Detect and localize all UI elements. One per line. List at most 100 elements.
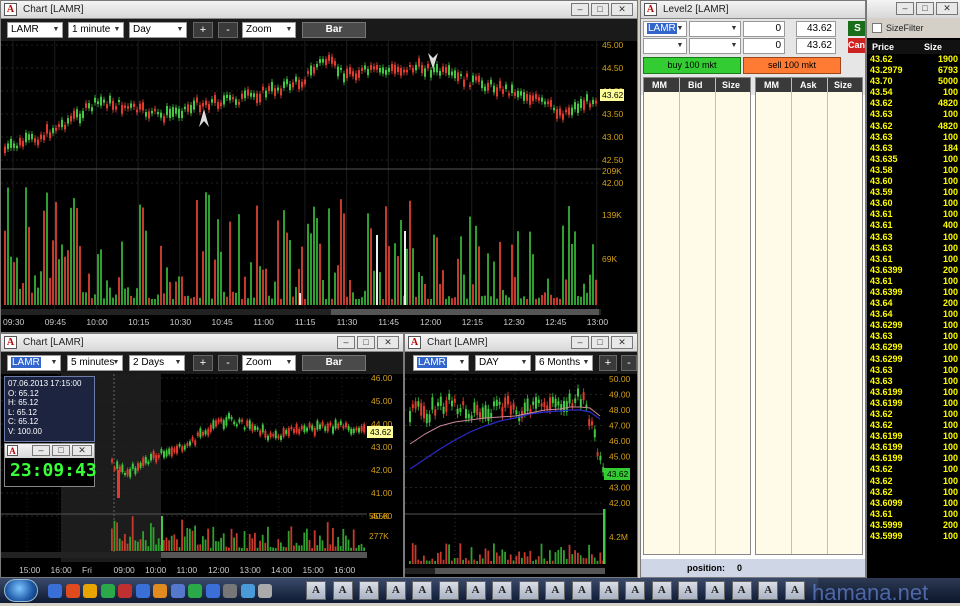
symbol-select[interactable]: LAMR ▼ [7, 355, 61, 371]
bar-type-button[interactable]: Bar [302, 22, 366, 38]
scrollbar-thumb[interactable] [435, 568, 605, 574]
send-button[interactable]: S [848, 21, 865, 36]
interval-select[interactable]: DAY ▼ [475, 355, 531, 371]
zoom-select[interactable]: Zoom ▼ [242, 355, 296, 371]
close-button[interactable]: ✕ [611, 336, 633, 349]
chart-1min-titlebar[interactable]: A Chart [LAMR] – □ ✕ [1, 1, 637, 19]
volume-bar [319, 535, 321, 551]
taskbar-app-button[interactable]: A [492, 581, 513, 600]
interval-select[interactable]: 1 minute ▼ [68, 22, 124, 38]
maximize-button[interactable]: □ [916, 2, 934, 15]
explorer-icon[interactable] [65, 584, 80, 598]
chrome-icon[interactable] [100, 584, 115, 598]
taskbar-app-button[interactable]: A [545, 581, 566, 600]
close-button[interactable]: ✕ [72, 445, 92, 456]
close-button[interactable]: ✕ [377, 336, 399, 349]
time-axis-label: 13:00 [587, 317, 609, 327]
minimize-button[interactable]: – [337, 336, 355, 349]
sell-market-button[interactable]: sell 100 mkt [743, 57, 841, 74]
clock-titlebar[interactable]: A – □ ✕ [5, 444, 94, 458]
show-desktop-icon[interactable] [48, 584, 62, 598]
settings-icon[interactable] [258, 584, 272, 598]
close-button[interactable]: ✕ [611, 3, 633, 16]
tool-icon[interactable] [223, 584, 237, 598]
candle-body [574, 398, 577, 403]
route-select-2[interactable]: ▼ [643, 38, 687, 54]
taskbar-app-button[interactable]: A [412, 581, 433, 600]
bar-type-button[interactable]: Bar [302, 355, 366, 371]
range-select[interactable]: 2 Days ▼ [129, 355, 185, 371]
notes-icon[interactable] [170, 584, 185, 598]
taskbar-app-button[interactable]: A [572, 581, 592, 600]
minimize-button[interactable]: – [32, 445, 50, 456]
quantity-field-1[interactable]: 0 [743, 21, 785, 37]
chart-1min-plot[interactable]: 45.0044.5044.0043.5043.0042.5042.00209K1… [1, 41, 637, 332]
cancel-button[interactable]: Can [848, 38, 865, 53]
zoom-out-button[interactable]: - [218, 22, 238, 38]
range-select[interactable]: 6 Months ▼ [535, 355, 593, 371]
zoom-in-button[interactable]: + [193, 22, 213, 38]
candle-body [155, 455, 158, 463]
range-select[interactable]: Day ▼ [129, 22, 187, 38]
firefox-icon[interactable] [83, 584, 97, 598]
search-icon[interactable] [240, 584, 255, 598]
taskbar-app-button[interactable]: A [651, 581, 672, 600]
level2-titlebar[interactable]: A Level2 [LAMR] [641, 1, 865, 19]
taskbar-app-button[interactable]: A [359, 581, 380, 600]
interval-select[interactable]: 5 minutes ▼ [67, 355, 123, 371]
zoom-in-button[interactable]: + [193, 355, 213, 371]
buy-market-button[interactable]: buy 100 mkt [643, 57, 741, 74]
quantity-field-2[interactable]: 0 [743, 38, 785, 54]
ie-icon[interactable] [135, 584, 150, 598]
close-button[interactable]: ✕ [936, 2, 958, 15]
taskbar-app-button[interactable]: A [306, 581, 326, 600]
taskbar-app-button[interactable]: A [598, 581, 619, 600]
minimize-button[interactable]: – [896, 2, 914, 15]
zoom-select[interactable]: Zoom ▼ [242, 22, 296, 38]
scrollbar-thumb[interactable] [331, 309, 599, 315]
symbol-select[interactable]: LAMR ▼ [643, 21, 687, 37]
symbol-select[interactable]: LAMR ▼ [7, 22, 63, 38]
scrollbar-thumb[interactable] [161, 552, 367, 558]
zoom-out-button[interactable]: - [621, 355, 637, 371]
symbol-select[interactable]: LAMR ▼ [413, 355, 469, 371]
volume-bar [595, 279, 597, 305]
maximize-button[interactable]: □ [591, 3, 609, 16]
taskbar-app-button[interactable]: A [385, 581, 406, 600]
media-icon[interactable] [153, 584, 167, 598]
taskbar-app-button[interactable]: A [705, 581, 725, 600]
taskbar-app-button[interactable]: A [439, 581, 459, 600]
route-select-3[interactable]: ▼ [689, 38, 741, 54]
maximize-button[interactable]: □ [591, 336, 609, 349]
chart-daily-titlebar[interactable]: A Chart [LAMR] – □ ✕ [405, 334, 637, 352]
maximize-button[interactable]: □ [52, 445, 70, 456]
utorrent-icon[interactable] [188, 584, 202, 598]
taskbar-app-button[interactable]: A [625, 581, 646, 600]
taskbar-app-button[interactable]: A [518, 581, 539, 600]
zoom-out-button[interactable]: - [218, 355, 238, 371]
minimize-button[interactable]: – [571, 3, 589, 16]
price-field-1[interactable]: 43.62 [796, 21, 836, 37]
sizefilter-checkbox[interactable] [872, 23, 882, 33]
candle-body [139, 462, 142, 468]
taskbar-app-button[interactable]: A [784, 581, 805, 600]
zoom-in-button[interactable]: + [599, 355, 617, 371]
tape-list[interactable]: 43.62 1900 43.2979 6793 43.70 5000 43.54 100 43.… [867, 54, 960, 558]
antivirus-icon[interactable] [118, 584, 132, 598]
taskbar-app-button[interactable]: A [758, 581, 779, 600]
price-field-2[interactable]: 43.62 [796, 38, 836, 54]
volume-bar [173, 534, 176, 551]
taskbar-app-button[interactable]: A [465, 581, 486, 600]
start-button[interactable] [4, 579, 38, 602]
tape-size: 200 [942, 298, 958, 309]
maximize-button[interactable]: □ [357, 336, 375, 349]
route-select[interactable]: ▼ [689, 21, 741, 37]
taskbar-app-button[interactable]: A [332, 581, 353, 600]
chart-5min-titlebar[interactable]: A Chart [LAMR] – □ ✕ [1, 334, 403, 352]
chart-daily-plot[interactable]: 50.0049.0048.0047.0046.0045.0044.0043.00… [405, 374, 637, 577]
taskbar-app-button[interactable]: A [678, 581, 699, 600]
skype-icon[interactable] [205, 584, 220, 598]
taskbar-app-button[interactable]: A [731, 581, 752, 600]
candle-body [289, 83, 291, 91]
minimize-button[interactable]: – [571, 336, 589, 349]
